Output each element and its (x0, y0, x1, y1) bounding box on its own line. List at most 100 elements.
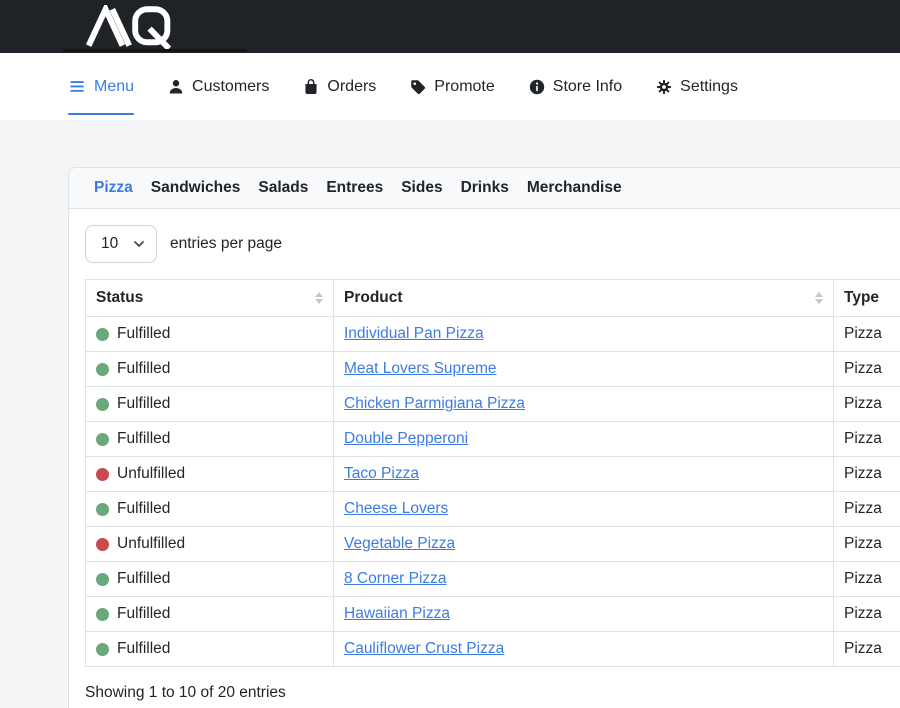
status-dot (96, 363, 109, 376)
nav-item-orders[interactable]: Orders (302, 53, 376, 120)
status-dot (96, 538, 109, 551)
tab-sides[interactable]: Sides (392, 179, 451, 197)
type-cell: Pizza (834, 422, 900, 457)
info-icon (528, 78, 546, 96)
product-link[interactable]: Chicken Parmigiana Pizza (344, 395, 525, 412)
type-cell: Pizza (834, 387, 900, 422)
status-cell: Fulfilled (86, 632, 334, 667)
sort-arrows-icon (815, 292, 823, 304)
table-row: Fulfilled Chicken Parmigiana Pizza Pizza (86, 387, 900, 422)
tab-entrees[interactable]: Entrees (317, 179, 392, 197)
hamburger-icon (68, 77, 87, 96)
product-link[interactable]: Double Pepperoni (344, 430, 468, 447)
product-link[interactable]: Cauliflower Crust Pizza (344, 640, 504, 657)
nav-item-label: Customers (192, 78, 269, 96)
nav-item-customers[interactable]: Customers (167, 53, 269, 120)
product-type: Pizza (844, 430, 882, 447)
nav-item-promote[interactable]: Promote (409, 53, 494, 120)
nav-item-menu[interactable]: Menu (68, 53, 134, 120)
status-label: Fulfilled (117, 605, 170, 623)
status-dot (96, 643, 109, 656)
entries-per-page-row: 10 entries per page (85, 225, 900, 263)
tab-label: Sandwiches (151, 179, 241, 196)
table-summary: Showing 1 to 10 of 20 entries (85, 684, 900, 702)
aiq-logo-icon (68, 5, 188, 49)
tab-label: Pizza (94, 179, 133, 196)
menu-card: PizzaSandwichesSaladsEntreesSidesDrinksM… (68, 167, 900, 708)
product-cell: Hawaiian Pizza (334, 597, 834, 632)
status-cell: Fulfilled (86, 317, 334, 352)
product-type: Pizza (844, 570, 882, 587)
product-link[interactable]: Hawaiian Pizza (344, 605, 450, 622)
type-cell: Pizza (834, 352, 900, 387)
status-dot (96, 608, 109, 621)
entries-per-page-select[interactable]: 10 (85, 225, 157, 263)
product-link[interactable]: Taco Pizza (344, 465, 419, 482)
status-label: Fulfilled (117, 640, 170, 658)
product-link[interactable]: Vegetable Pizza (344, 535, 455, 552)
product-type: Pizza (844, 500, 882, 517)
status-label: Fulfilled (117, 430, 170, 448)
type-cell: Pizza (834, 632, 900, 667)
type-cell: Pizza (834, 492, 900, 527)
status-cell: Unfulfilled (86, 527, 334, 562)
status-dot (96, 398, 109, 411)
top-header-bar (0, 0, 900, 53)
table-body: Fulfilled Individual Pan Pizza Pizza Ful… (86, 317, 900, 667)
product-cell: Vegetable Pizza (334, 527, 834, 562)
column-header-type[interactable]: Type (834, 280, 900, 317)
product-type: Pizza (844, 465, 882, 482)
product-link[interactable]: 8 Corner Pizza (344, 570, 447, 587)
nav-item-store-info[interactable]: Store Info (528, 53, 622, 120)
nav-item-label: Orders (327, 78, 376, 96)
column-header-product[interactable]: Product (334, 280, 834, 317)
status-label: Fulfilled (117, 395, 170, 413)
nav-item-settings[interactable]: Settings (655, 53, 738, 120)
product-cell: 8 Corner Pizza (334, 562, 834, 597)
tab-label: Entrees (326, 179, 383, 196)
status-cell: Fulfilled (86, 492, 334, 527)
status-dot (96, 573, 109, 586)
card-body: 10 entries per page Status (69, 209, 900, 708)
status-dot (96, 433, 109, 446)
brand-logo[interactable] (68, 5, 188, 49)
status-label: Unfulfilled (117, 535, 185, 553)
product-cell: Chicken Parmigiana Pizza (334, 387, 834, 422)
column-header-label: Type (844, 289, 879, 306)
product-cell: Cheese Lovers (334, 492, 834, 527)
product-link[interactable]: Cheese Lovers (344, 500, 448, 517)
product-cell: Taco Pizza (334, 457, 834, 492)
column-header-status[interactable]: Status (86, 280, 334, 317)
bag-icon (302, 78, 320, 96)
tab-sandwiches[interactable]: Sandwiches (142, 179, 250, 197)
category-tabs: Pizza Sandwiches Salads Entrees SidesDrinksM… (69, 168, 900, 209)
content-area: PizzaSandwichesSaladsEntreesSidesDrinksM… (0, 120, 900, 708)
status-cell: Fulfilled (86, 597, 334, 632)
product-type: Pizza (844, 605, 882, 622)
table-row: Fulfilled Double Pepperoni Pizza (86, 422, 900, 457)
tag-icon (409, 78, 427, 96)
tab-drinks[interactable]: Drinks (452, 179, 518, 197)
tab-label: Salads (258, 179, 308, 196)
product-link[interactable]: Meat Lovers Supreme (344, 360, 497, 377)
status-label: Unfulfilled (117, 465, 185, 483)
status-cell: Fulfilled (86, 422, 334, 457)
tab-pizza[interactable]: Pizza (85, 179, 142, 197)
status-dot (96, 328, 109, 341)
entries-per-page-label: entries per page (170, 235, 282, 253)
status-cell: Fulfilled (86, 387, 334, 422)
product-link[interactable]: Individual Pan Pizza (344, 325, 484, 342)
chevron-down-icon (133, 238, 145, 250)
product-cell: Meat Lovers Supreme (334, 352, 834, 387)
tab-salads[interactable]: Salads (249, 179, 317, 197)
product-type: Pizza (844, 535, 882, 552)
status-cell: Unfulfilled (86, 457, 334, 492)
table-row: Fulfilled Cauliflower Crust Pizza Pizza (86, 632, 900, 667)
tab-merchandise[interactable]: Merchandise (518, 179, 631, 197)
entries-per-page-value: 10 (101, 235, 118, 253)
table-header-row: Status Product Type (86, 280, 900, 317)
type-cell: Pizza (834, 317, 900, 352)
type-cell: Pizza (834, 527, 900, 562)
column-header-label: Product (344, 289, 403, 306)
gear-icon (655, 78, 673, 96)
